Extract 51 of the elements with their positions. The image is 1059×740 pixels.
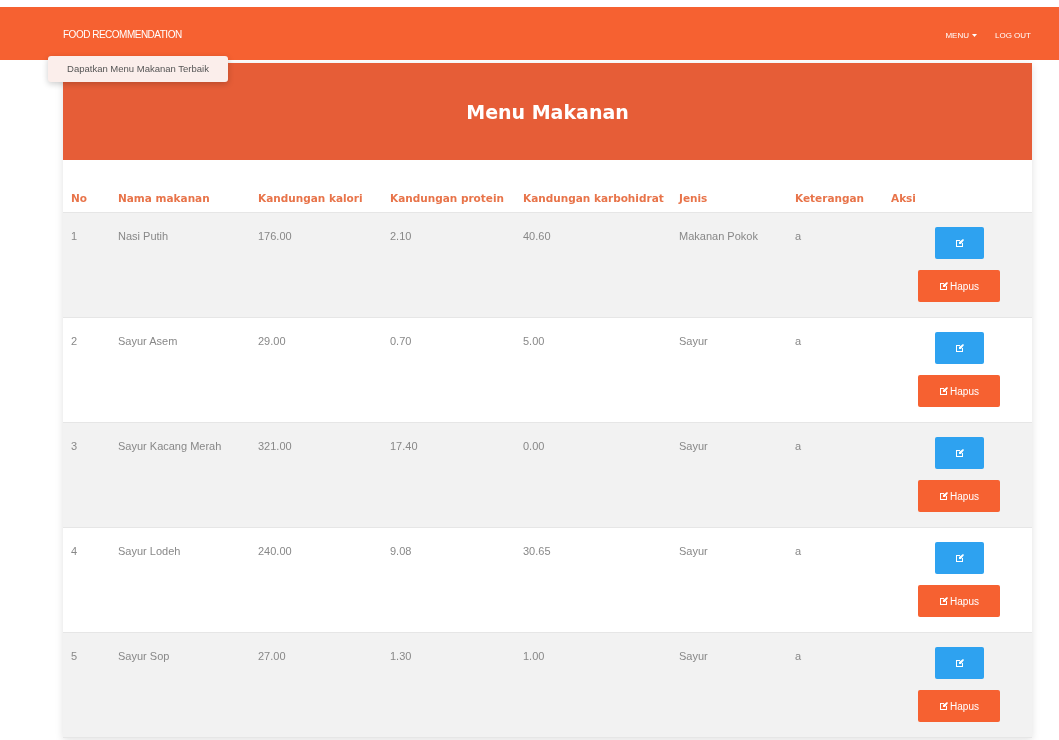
edit-icon (954, 238, 965, 248)
table-cell: Sayur Sop (110, 633, 250, 738)
table-cell: Sayur Kacang Merah (110, 423, 250, 528)
table-cell: 2.10 (382, 213, 515, 318)
edit-icon (939, 281, 950, 291)
delete-button[interactable]: Hapus (918, 270, 1000, 302)
table-cell: a (787, 213, 883, 318)
edit-button[interactable] (935, 332, 984, 364)
delete-button[interactable]: Hapus (918, 375, 1000, 407)
table-cell: Makanan Pokok (671, 213, 787, 318)
table-cell: 1 (63, 213, 110, 318)
edit-button[interactable] (935, 647, 984, 679)
nav-link[interactable]: LOG OUT (995, 31, 1031, 40)
edit-button[interactable] (935, 227, 984, 259)
edit-icon (954, 343, 965, 353)
edit-icon (939, 701, 950, 711)
tooltip: Dapatkan Menu Makanan Terbaik (48, 56, 228, 83)
delete-button[interactable]: Hapus (918, 585, 1000, 617)
table-cell: 5 (63, 633, 110, 738)
table-cell: 1.30 (382, 633, 515, 738)
table-cell: 321.00 (250, 423, 382, 528)
table-cell: 4 (63, 528, 110, 633)
caret-icon (972, 34, 977, 37)
table-cell: Sayur (671, 423, 787, 528)
brand-link[interactable]: FOOD RECOMMENDATION (63, 29, 182, 40)
table-cell: 1.00 (515, 633, 671, 738)
edit-icon (939, 596, 950, 606)
delete-button[interactable]: Hapus (918, 690, 1000, 722)
edit-icon (954, 448, 965, 458)
edit-button[interactable] (935, 437, 984, 469)
table-cell: Nasi Putih (110, 213, 250, 318)
table-cell: 40.60 (515, 213, 671, 318)
table-cell: 3 (63, 423, 110, 528)
edit-button[interactable] (935, 542, 984, 574)
table-cell: 2 (63, 318, 110, 423)
card-title: Menu Makanan (466, 100, 629, 123)
menu-dropdown[interactable]: MENU (945, 31, 977, 40)
edit-icon (954, 553, 965, 563)
edit-icon (939, 491, 950, 501)
delete-button[interactable]: Hapus (918, 480, 1000, 512)
column-header: No (63, 160, 110, 213)
table-cell: 0.00 (515, 423, 671, 528)
edit-icon (954, 658, 965, 668)
table-cell: 176.00 (250, 213, 382, 318)
edit-icon (939, 386, 950, 396)
table-cell: Sayur (671, 633, 787, 738)
table-cell: 17.40 (382, 423, 515, 528)
table-cell: a (787, 633, 883, 738)
table-cell: a (787, 423, 883, 528)
column-header: Aksi (883, 160, 1032, 213)
table-cell: 27.00 (250, 633, 382, 738)
